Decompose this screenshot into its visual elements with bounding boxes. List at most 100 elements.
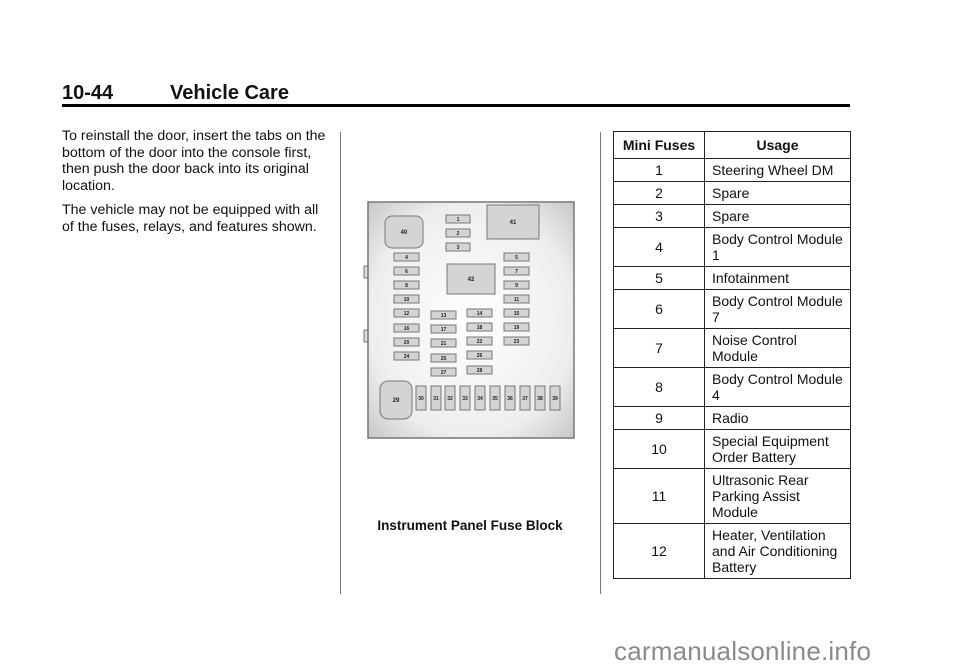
page-header: 10-44 Vehicle Care <box>62 82 850 107</box>
fuse-label: 41 <box>510 220 517 226</box>
fuse-slot-f25: 25 <box>430 353 457 363</box>
fuse-label: 39 <box>552 396 558 402</box>
fuse-slot-relay_29: 29 <box>379 380 413 420</box>
fuse-number-cell: 11 <box>613 468 705 524</box>
fuse-label: 42 <box>468 277 475 283</box>
fuse-usage-cell: Body Control Module 1 <box>704 227 851 267</box>
fuse-number-cell: 9 <box>613 406 705 430</box>
fuse-slot-f17: 17 <box>430 324 457 334</box>
fuse-slot-f24: 24 <box>393 351 420 361</box>
table-row: 6 Body Control Module 7 <box>613 289 851 329</box>
fuse-label: 2 <box>457 231 460 237</box>
fuse-slot-relay_41: 41 <box>486 204 540 240</box>
fuse-slot-f23: 23 <box>503 336 530 346</box>
table-row: 5 Infotainment <box>613 266 851 290</box>
fuse-slot-f34: 34 <box>474 385 486 411</box>
fuse-usage-cell: Noise Control Module <box>704 328 851 368</box>
watermark: carmanualsonline.info <box>614 636 872 666</box>
fuse-label: 29 <box>393 398 400 404</box>
fuse-label: 17 <box>441 327 447 333</box>
fuse-label: 35 <box>492 396 498 402</box>
fuse-block-diagram: 4041422912346810121620245791115192313172… <box>363 201 575 439</box>
fuse-slot-f9: 9 <box>503 280 530 290</box>
fuse-number-cell: 10 <box>613 429 705 469</box>
fuse-slot-f4: 4 <box>393 252 420 262</box>
section-title: Vehicle Care <box>170 82 289 104</box>
fuse-slot-relay_40: 40 <box>384 215 424 249</box>
table-row: 8 Body Control Module 4 <box>613 367 851 407</box>
fuse-slot-f36: 36 <box>504 385 516 411</box>
fuse-label: 21 <box>441 341 447 347</box>
fuse-slot-f1: 1 <box>445 214 471 224</box>
table-header-row: Mini Fuses Usage <box>613 131 851 159</box>
fuse-usage-cell: Special Equipment Order Battery <box>704 429 851 469</box>
table-row: 12 Heater, Ventilation and Air Conditioni… <box>613 523 851 579</box>
fuse-label: 28 <box>477 368 483 374</box>
fuse-slot-f21: 21 <box>430 338 457 348</box>
fuse-number-cell: 8 <box>613 367 705 407</box>
table-row: 2 Spare <box>613 181 851 205</box>
table-row: 9 Radio <box>613 406 851 430</box>
fuse-usage-cell: Body Control Module 7 <box>704 289 851 329</box>
fuse-slot-f33: 33 <box>459 385 471 411</box>
fuse-slot-f32: 32 <box>444 385 456 411</box>
fuse-usage-cell: Spare <box>704 204 851 228</box>
fuse-slot-f35: 35 <box>489 385 501 411</box>
table-row: 7 Noise Control Module <box>613 328 851 368</box>
paragraph-reinstall-door: To reinstall the door, insert the tabs o… <box>62 128 326 194</box>
fuse-label: 40 <box>401 230 408 236</box>
fuse-slot-f2: 2 <box>445 228 471 238</box>
fuse-label: 3 <box>457 245 460 251</box>
fuse-label: 1 <box>457 217 460 223</box>
fuse-label: 19 <box>514 325 520 331</box>
fuse-label: 8 <box>405 283 408 289</box>
fuse-slot-f30: 30 <box>415 385 427 411</box>
fuse-slot-f14: 14 <box>466 308 493 318</box>
body-text-column: To reinstall the door, insert the tabs o… <box>62 128 332 243</box>
fuse-label: 36 <box>507 396 513 402</box>
fuse-label: 38 <box>537 396 543 402</box>
fuse-label: 5 <box>515 255 518 261</box>
fuse-label: 13 <box>441 313 447 319</box>
fuse-slot-relay_42: 42 <box>446 263 496 295</box>
fuse-slot-f18: 18 <box>466 322 493 332</box>
fuse-slot-f37: 37 <box>519 385 531 411</box>
fuse-number-cell: 7 <box>613 328 705 368</box>
fuse-label: 33 <box>462 396 468 402</box>
fuse-label: 22 <box>477 339 483 345</box>
fuse-label: 14 <box>477 311 483 317</box>
fuse-number-cell: 12 <box>613 523 705 579</box>
fuse-label: 25 <box>441 356 447 362</box>
fuse-block-figure: 40 41 42 29 1 2 3 4 6 8 10 12 16 20 24 5 7 9 11 15 19 23 13 17 2… <box>352 198 584 442</box>
fuse-usage-cell: Radio <box>704 406 851 430</box>
fuse-label: 26 <box>477 353 483 359</box>
column-divider-right <box>600 132 601 594</box>
fuse-label: 12 <box>404 311 410 317</box>
paragraph-equipment-note: The vehicle may not be equipped with all… <box>62 202 319 235</box>
fuse-slot-f13: 13 <box>430 310 457 320</box>
fuse-usage-cell: Ultrasonic Rear Parking Assist Module <box>704 468 851 524</box>
fuse-slot-f8: 8 <box>393 280 420 290</box>
fuse-slot-f39: 39 <box>549 385 561 411</box>
page-number: 10-44 <box>62 82 114 104</box>
fuse-label: 23 <box>514 339 520 345</box>
fuse-usage-cell: Body Control Module 4 <box>704 367 851 407</box>
fuse-label: 27 <box>441 370 447 376</box>
fuse-label: 18 <box>477 325 483 331</box>
fuse-slot-f10: 10 <box>393 294 420 304</box>
mini-fuse-table: Mini Fuses Usage 1 Steering Wheel DM 2 Spar… <box>613 131 851 579</box>
fuse-label: 24 <box>404 354 410 360</box>
fuse-slot-f38: 38 <box>534 385 546 411</box>
fuse-slot-f5: 5 <box>503 252 530 262</box>
fuse-slot-f12: 12 <box>393 308 420 318</box>
fuse-number-cell: 6 <box>613 289 705 329</box>
fuse-slot-f3: 3 <box>445 242 471 252</box>
header-usage: Usage <box>704 131 851 159</box>
table-row: 4 Body Control Module 1 <box>613 227 851 267</box>
fuse-slot-f15: 15 <box>503 308 530 318</box>
fuse-label: 4 <box>405 255 408 261</box>
fuse-number-cell: 5 <box>613 266 705 290</box>
fuse-label: 20 <box>404 340 410 346</box>
header-mini-fuses: Mini Fuses <box>613 131 705 159</box>
fuse-number-cell: 1 <box>613 158 705 182</box>
